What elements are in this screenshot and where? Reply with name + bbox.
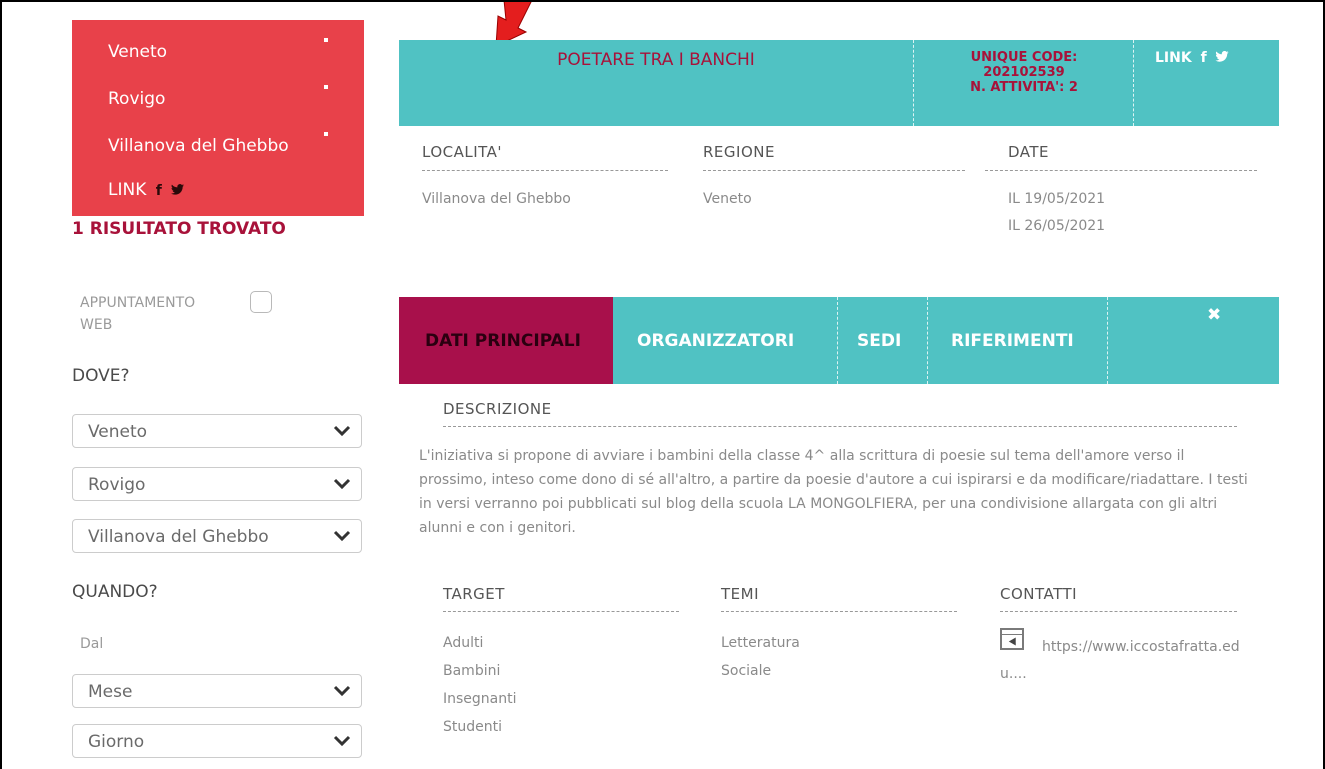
sidebar-link-label: LINK <box>108 180 147 200</box>
facebook-icon[interactable]: f <box>156 183 162 199</box>
region-select[interactable]: Veneto <box>72 414 362 448</box>
tema-item: Letteratura <box>721 635 800 651</box>
divider <box>703 170 965 171</box>
location-filter-rovigo[interactable]: Rovigo <box>108 89 165 109</box>
contatti-header: CONTATTI <box>1000 585 1078 603</box>
close-icon[interactable]: ✖ <box>1207 305 1221 325</box>
twitter-icon[interactable] <box>171 183 185 199</box>
quando-title: QUANDO? <box>72 582 158 602</box>
divider <box>443 426 1237 427</box>
chevron-down-icon <box>333 530 351 542</box>
event-header: POETARE TRA I BANCHI UNIQUE CODE: 202102… <box>399 40 1279 126</box>
tema-item: Sociale <box>721 663 772 679</box>
chevron-down-icon <box>333 478 351 490</box>
target-item: Studenti <box>443 719 503 735</box>
header-divider <box>913 40 914 126</box>
chevron-down-icon <box>333 685 351 697</box>
day-select-value: Giorno <box>88 732 145 752</box>
province-select-value: Rovigo <box>88 475 146 495</box>
divider <box>721 611 957 612</box>
activities-count: N. ATTIVITA': 2 <box>970 80 1078 95</box>
header-link: LINK f <box>1155 50 1229 66</box>
divider <box>1000 611 1237 612</box>
unique-code-label: UNIQUE CODE: <box>970 50 1078 65</box>
descrizione-header: DESCRIZIONE <box>443 400 552 418</box>
tab-divider <box>927 297 928 384</box>
localita-header: LOCALITA' <box>422 143 503 161</box>
city-select-value: Villanova del Ghebbo <box>88 527 269 547</box>
event-title[interactable]: POETARE TRA I BANCHI <box>399 50 913 70</box>
unique-code-value: 202102539 <box>983 65 1065 80</box>
tab-dati-principali[interactable]: DATI PRINCIPALI <box>399 297 613 384</box>
header-link-label: LINK <box>1155 50 1192 66</box>
tab-sedi[interactable]: SEDI <box>857 331 901 351</box>
regione-value: Veneto <box>703 191 752 207</box>
divider <box>443 611 679 612</box>
target-item: Bambini <box>443 663 501 679</box>
detail-tabs: DATI PRINCIPALI ORGANIZZATORI SEDI RIFER… <box>399 297 1279 384</box>
chevron-down-icon <box>333 735 351 747</box>
dal-label: Dal <box>80 636 104 652</box>
bullet-icon <box>324 132 328 136</box>
descrizione-text: L'iniziativa si propone di avviare i bam… <box>419 448 1248 536</box>
twitter-icon[interactable] <box>1214 50 1229 66</box>
header-divider <box>1133 40 1134 126</box>
date-header: DATE <box>1008 143 1050 161</box>
location-filter-box: Veneto Rovigo Villanova del Ghebbo LINK … <box>72 20 364 216</box>
facebook-icon[interactable]: f <box>1201 50 1207 66</box>
unique-code-block: UNIQUE CODE: 202102539 N. ATTIVITA': 2 <box>915 50 1133 95</box>
tab-organizzatori[interactable]: ORGANIZZATORI <box>637 331 794 351</box>
date-value-2: IL 26/05/2021 <box>1008 218 1106 234</box>
tab-divider <box>837 297 838 384</box>
location-filter-villanova[interactable]: Villanova del Ghebbo <box>108 136 289 156</box>
province-select[interactable]: Rovigo <box>72 467 362 501</box>
month-select[interactable]: Mese <box>72 674 362 708</box>
sidebar-link: LINK f <box>108 180 185 200</box>
localita-value: Villanova del Ghebbo <box>422 191 571 207</box>
divider <box>422 170 668 171</box>
region-select-value: Veneto <box>88 422 148 442</box>
target-header: TARGET <box>443 585 505 603</box>
temi-header: TEMI <box>721 585 760 603</box>
bullet-icon <box>324 85 328 89</box>
tab-divider <box>1107 297 1108 384</box>
appointment-web-label: APPUNTAMENTO WEB <box>80 295 196 333</box>
month-select-value: Mese <box>88 682 133 702</box>
regione-header: REGIONE <box>703 143 775 161</box>
target-item: Adulti <box>443 635 484 651</box>
bullet-icon <box>324 38 328 42</box>
tab-label: DATI PRINCIPALI <box>425 331 581 351</box>
contact-website-link[interactable]: https://www.iccostafratta.edu.... <box>1000 634 1240 688</box>
results-count: 1 RISULTATO TROVATO <box>72 219 286 239</box>
appointment-web-checkbox[interactable] <box>250 291 272 313</box>
tab-riferimenti[interactable]: RIFERIMENTI <box>951 331 1074 351</box>
dove-title: DOVE? <box>72 366 130 386</box>
day-select[interactable]: Giorno <box>72 724 362 758</box>
chevron-down-icon <box>333 425 351 437</box>
location-filter-veneto[interactable]: Veneto <box>108 42 167 62</box>
city-select[interactable]: Villanova del Ghebbo <box>72 519 362 553</box>
target-item: Insegnanti <box>443 691 517 707</box>
divider <box>985 170 1257 171</box>
date-value-1: IL 19/05/2021 <box>1008 191 1106 207</box>
